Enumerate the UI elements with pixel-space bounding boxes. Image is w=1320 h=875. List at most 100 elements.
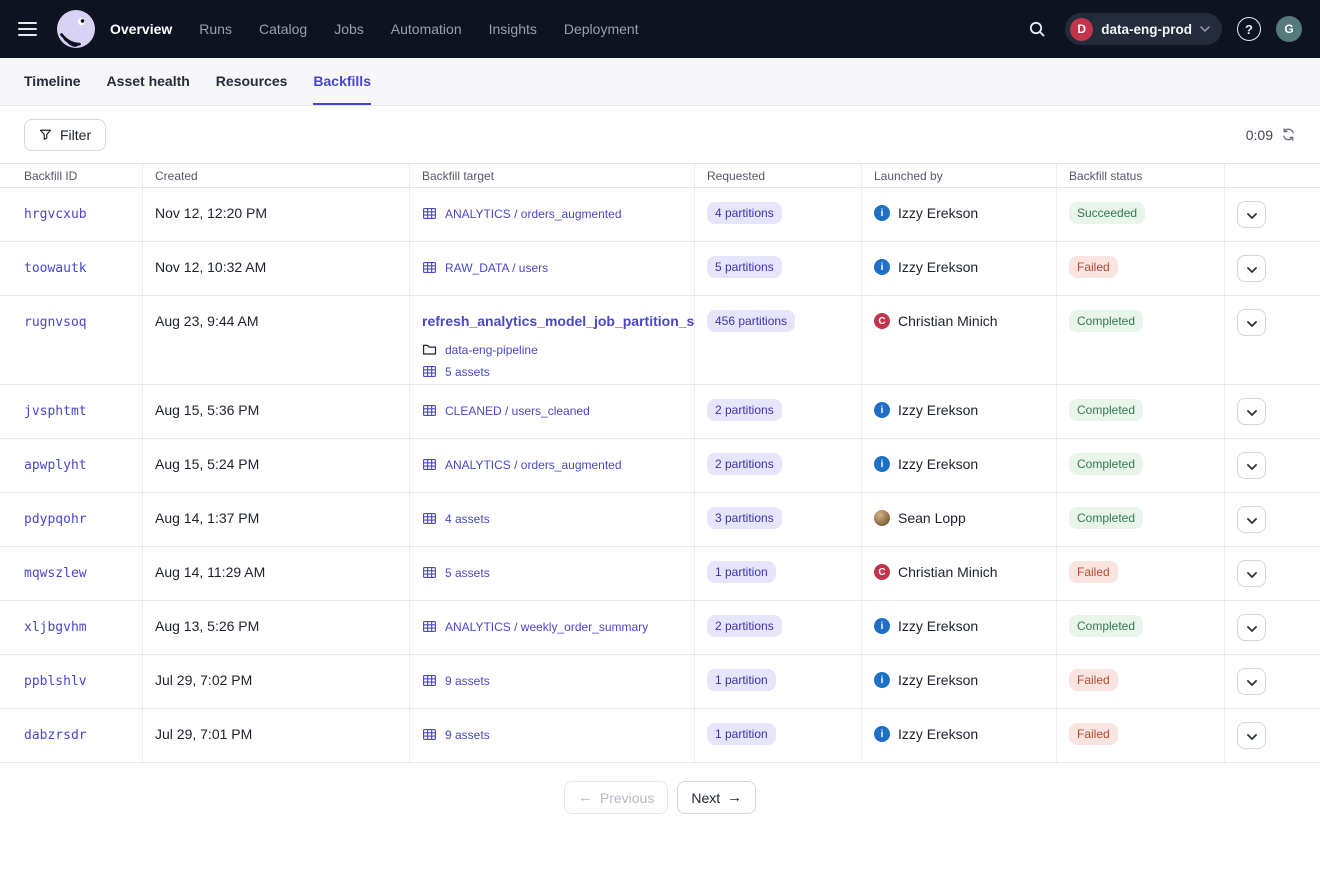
backfill-id-link[interactable]: mqwszlew (24, 566, 87, 581)
next-button[interactable]: Next → (677, 781, 756, 814)
backfills-table: Backfill IDCreatedBackfill targetRequest… (0, 163, 1320, 763)
tab-asset-health[interactable]: Asset health (107, 58, 190, 105)
folder-icon (422, 342, 437, 357)
row-menu-button[interactable] (1237, 452, 1266, 479)
cell-backfill-status: Failed (1057, 655, 1225, 708)
backfill-id-link[interactable]: ppblshlv (24, 674, 87, 689)
row-menu-button[interactable] (1237, 201, 1266, 228)
tab-timeline[interactable]: Timeline (24, 58, 81, 105)
row-menu-button[interactable] (1237, 506, 1266, 533)
target-asset-link[interactable]: ANALYTICS / orders_augmented (445, 458, 622, 472)
refresh-icon[interactable] (1281, 127, 1296, 142)
topnav-item-automation[interactable]: Automation (391, 21, 462, 37)
row-menu-button[interactable] (1237, 398, 1266, 425)
top-nav-items: Overview Runs Catalog Jobs Automation Insight… (110, 21, 639, 37)
cell-requested: 456 partitions (695, 296, 862, 384)
tab-resources[interactable]: Resources (216, 58, 288, 105)
help-icon[interactable]: ? (1237, 17, 1261, 41)
target-asset-line: 5 assets (422, 565, 682, 580)
backfill-id-link[interactable]: rugnvsoq (24, 315, 87, 330)
job-link[interactable]: refresh_analytics_model_job_partition_se… (422, 313, 695, 329)
topnav-item-deployment[interactable]: Deployment (564, 21, 639, 37)
target-asset-line: 4 assets (422, 511, 682, 526)
asset-table-icon (422, 206, 437, 221)
cell-actions (1225, 493, 1320, 546)
created-at: Aug 13, 5:26 PM (155, 618, 259, 634)
cell-actions (1225, 655, 1320, 708)
backfill-id-link[interactable]: hrgvcxub (24, 207, 87, 222)
backfill-id-link[interactable]: pdypqohr (24, 512, 87, 527)
chevron-down-icon (1247, 728, 1257, 743)
topnav-item-insights[interactable]: Insights (489, 21, 537, 37)
arrow-left-icon: ← (578, 790, 593, 805)
cell-created: Jul 29, 7:01 PM (143, 709, 410, 762)
launcher-avatar: C (874, 313, 890, 329)
hamburger-menu-icon[interactable] (18, 15, 46, 43)
partitions-badge: 456 partitions (707, 310, 795, 332)
chevron-down-icon (1247, 315, 1257, 330)
search-icon[interactable] (1024, 16, 1050, 42)
repo-link[interactable]: data-eng-pipeline (445, 343, 538, 357)
target-asset-line: 9 assets (422, 727, 682, 742)
cell-actions (1225, 188, 1320, 241)
target-assets-line: 5 assets (422, 364, 682, 379)
filter-button[interactable]: Filter (24, 119, 106, 151)
chevron-down-icon (1247, 458, 1257, 473)
top-nav-right: D data-eng-prod ? G (1024, 13, 1302, 45)
launcher-avatar: i (874, 456, 890, 472)
target-asset-link[interactable]: 5 assets (445, 566, 490, 580)
cell-created: Nov 12, 12:20 PM (143, 188, 410, 241)
backfill-id-link[interactable]: toowautk (24, 261, 87, 276)
target-asset-link[interactable]: 9 assets (445, 674, 490, 688)
topnav-item-catalog[interactable]: Catalog (259, 21, 307, 37)
table-row: jvsphtmtAug 15, 5:36 PMCLEANED / users_c… (0, 385, 1320, 439)
dagster-logo[interactable] (56, 9, 96, 49)
cell-backfill-status: Failed (1057, 547, 1225, 600)
cell-launched-by: C Christian Minich (862, 296, 1057, 384)
tab-backfills[interactable]: Backfills (313, 58, 371, 105)
previous-button[interactable]: ← Previous (564, 781, 668, 814)
backfill-id-link[interactable]: xljbgvhm (24, 620, 87, 635)
partitions-badge: 2 partitions (707, 615, 782, 637)
partitions-badge: 1 partition (707, 723, 776, 745)
target-asset-link[interactable]: 9 assets (445, 728, 490, 742)
row-menu-button[interactable] (1237, 255, 1266, 282)
row-menu-button[interactable] (1237, 722, 1266, 749)
launcher: Sean Lopp (874, 510, 1044, 526)
partitions-badge: 1 partition (707, 669, 776, 691)
funnel-icon (39, 128, 52, 141)
top-nav-bar: Overview Runs Catalog Jobs Automation Insight… (0, 0, 1320, 58)
row-menu-button[interactable] (1237, 668, 1266, 695)
target-asset-link[interactable]: ANALYTICS / orders_augmented (445, 207, 622, 221)
assets-count-link[interactable]: 5 assets (445, 365, 490, 379)
row-menu-button[interactable] (1237, 614, 1266, 641)
backfill-id-link[interactable]: apwplyht (24, 458, 87, 473)
chevron-down-icon (1247, 404, 1257, 419)
row-menu-button[interactable] (1237, 560, 1266, 587)
cell-launched-by: CChristian Minich (862, 547, 1057, 600)
launcher-avatar (874, 510, 890, 526)
target-asset-link[interactable]: CLEANED / users_cleaned (445, 404, 590, 418)
launcher-avatar: i (874, 205, 890, 221)
deployment-selector[interactable]: D data-eng-prod (1065, 13, 1222, 45)
target-asset-line: ANALYTICS / orders_augmented (422, 206, 682, 221)
launcher-name: Izzy Erekson (898, 259, 978, 275)
target-asset-line: CLEANED / users_cleaned (422, 403, 682, 418)
launcher-name: Izzy Erekson (898, 672, 978, 688)
cell-requested: 5 partitions (695, 242, 862, 295)
header-cell-requested: Requested (695, 164, 862, 187)
target-asset-link[interactable]: ANALYTICS / weekly_order_summary (445, 620, 648, 634)
topnav-item-jobs[interactable]: Jobs (334, 21, 364, 37)
launcher-name: Christian Minich (898, 313, 998, 329)
target-asset-link[interactable]: RAW_DATA / users (445, 261, 548, 275)
backfill-id-link[interactable]: dabzrsdr (24, 728, 87, 743)
topnav-item-runs[interactable]: Runs (199, 21, 232, 37)
topnav-item-overview[interactable]: Overview (110, 21, 172, 37)
cell-created: Aug 14, 11:29 AM (143, 547, 410, 600)
target-asset-link[interactable]: 4 assets (445, 512, 490, 526)
cell-launched-by: iIzzy Erekson (862, 709, 1057, 762)
row-menu-button[interactable] (1237, 309, 1266, 336)
user-avatar[interactable]: G (1276, 16, 1302, 42)
backfill-id-link[interactable]: jvsphtmt (24, 404, 87, 419)
cell-backfill-id: xljbgvhm (0, 601, 143, 654)
